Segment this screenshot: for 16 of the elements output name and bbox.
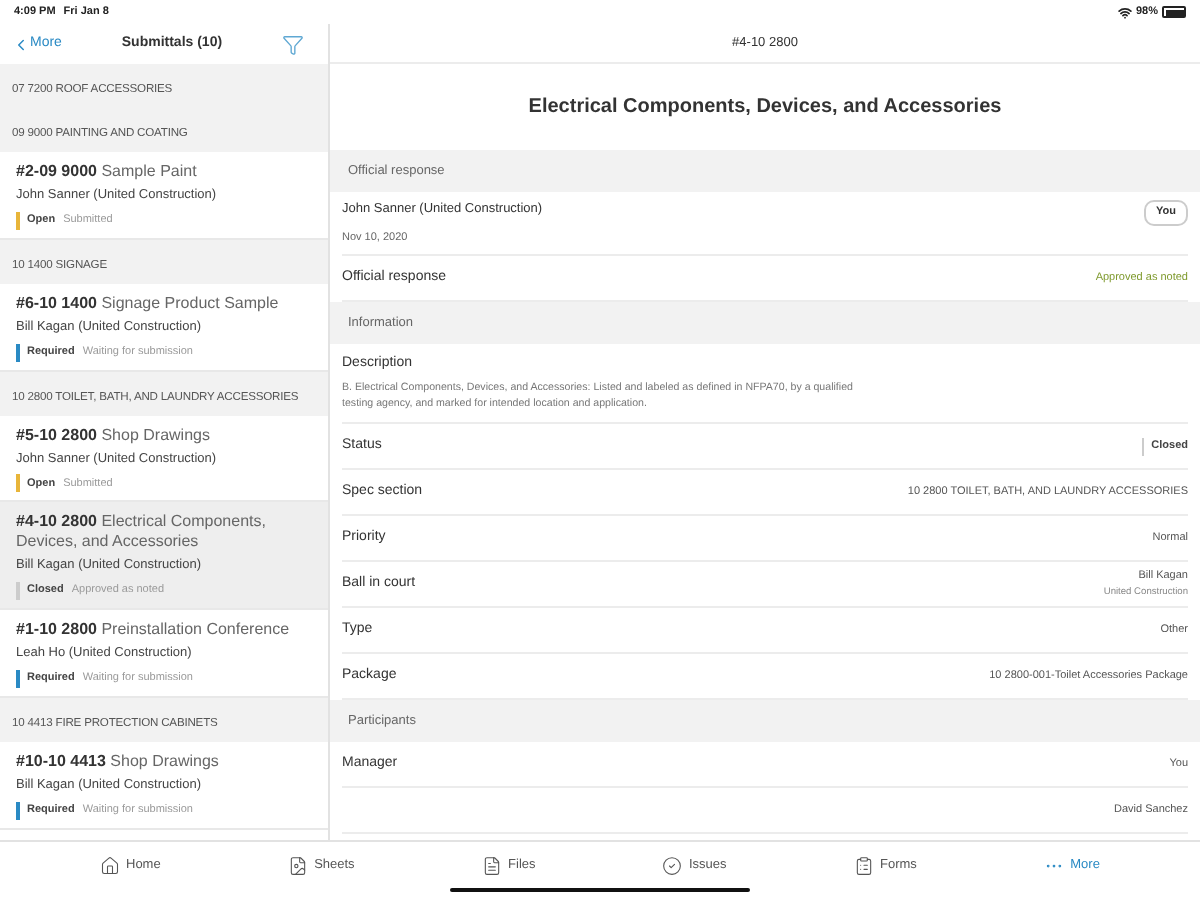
check-circle-icon [662,856,683,876]
battery-icon [1162,6,1186,18]
submittal-title: #2-09 9000 Sample Paint [16,162,199,182]
submittal-title: #1-10 2800 Preinstallation Conference [16,620,292,640]
chevron-left-icon [12,35,30,53]
file-icon [482,856,503,876]
submittal-title: #6-10 1400 Signage Product Sample [16,293,281,314]
submittal-title: #4-10 2800 Electrical Components, Devices, and Accessories [16,512,268,553]
image-file-icon [288,856,309,876]
detail-title: Electrical Components, Devices, and Accessories [528,94,1002,122]
submittal-title: #5-10 2800 Shop Drawings [16,425,212,445]
submittal-title: #10-10 4413 Shop Drawings [16,751,221,772]
home-icon [100,856,120,876]
wifi-icon [1117,5,1132,19]
filter-icon[interactable] [281,33,304,55]
clipboard-icon [854,856,874,876]
